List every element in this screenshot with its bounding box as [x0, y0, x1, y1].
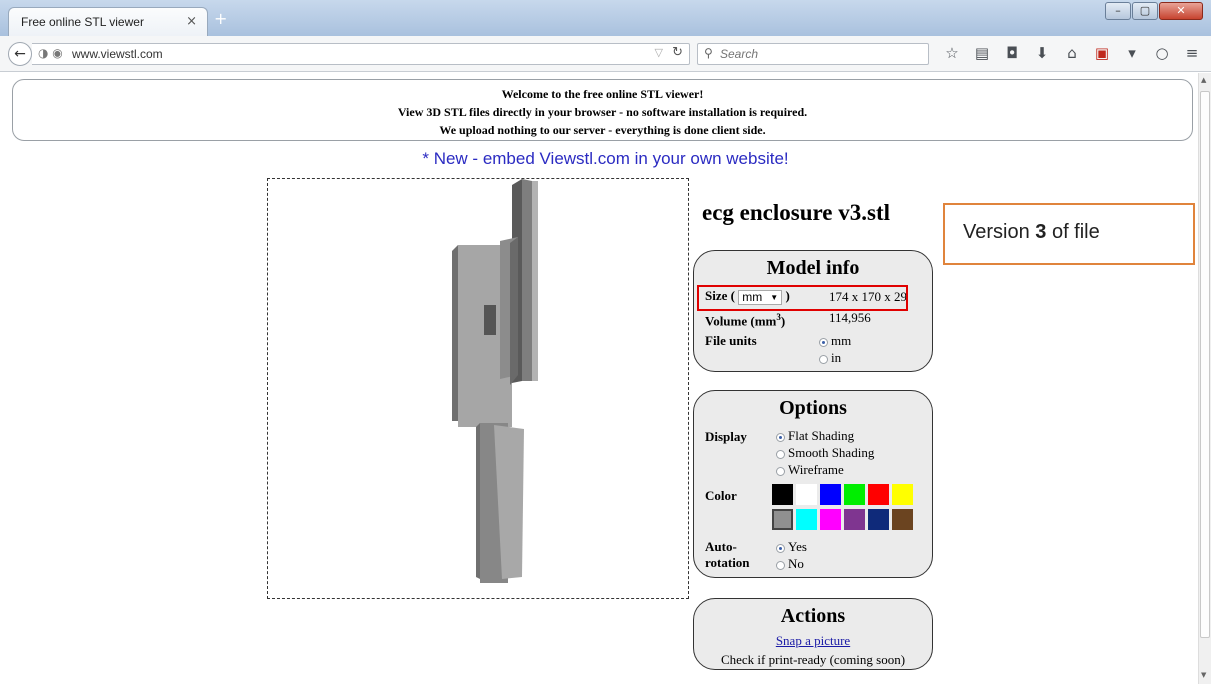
pocket-icon[interactable]: ◘ — [1000, 44, 1024, 62]
callout-text: Version 3 of file — [963, 221, 1100, 244]
color-swatch[interactable] — [868, 484, 889, 505]
browser-tab[interactable]: Free online STL viewer × — [8, 7, 208, 36]
embed-link[interactable]: * New - embed Viewstl.com in your own we… — [0, 149, 1211, 169]
color-swatch[interactable] — [844, 509, 865, 530]
volume-value: 114,956 — [829, 310, 871, 325]
radio-selected-icon[interactable] — [776, 432, 785, 442]
callout-version-number: 3 — [1035, 221, 1047, 243]
file-units-in-label: in — [831, 350, 842, 365]
color-swatch[interactable] — [796, 509, 817, 530]
search-input[interactable] — [720, 45, 920, 63]
welcome-line-2: View 3D STL files directly in your brows… — [397, 105, 808, 119]
minimize-button[interactable]: – — [1105, 2, 1131, 20]
size-highlight-box — [697, 285, 908, 311]
search-box[interactable]: ⚲ — [697, 43, 929, 65]
file-units-mm-option[interactable]: mm — [819, 333, 851, 349]
color-swatch[interactable] — [892, 509, 913, 530]
scroll-up-icon[interactable]: ▲ — [1201, 76, 1206, 84]
site-identity-icon[interactable]: ◑ ◉ — [38, 46, 63, 60]
actions-panel: Actions Snap a picture Check if print-re… — [693, 598, 933, 670]
radio-selected-icon[interactable] — [776, 543, 785, 553]
annotation-callout: Version 3 of file — [943, 203, 1195, 265]
smooth-shading-label: Smooth Shading — [788, 445, 875, 460]
close-window-button[interactable]: ✕ — [1159, 2, 1203, 20]
navigation-toolbar: ← ◑ ◉ www.viewstl.com ▽ ↻ ⚲ ☆ ▤ ◘ ⬇ ⌂ ▣ … — [0, 36, 1211, 72]
welcome-line-3: We upload nothing to our server - everyt… — [439, 123, 766, 137]
reload-icon[interactable]: ↻ — [672, 45, 683, 60]
page-scrollbar[interactable]: ▲ ▼ — [1198, 73, 1211, 684]
tab-close-icon[interactable]: × — [186, 14, 197, 29]
volume-label-end: ) — [780, 313, 786, 329]
stl-3d-viewport[interactable] — [267, 178, 689, 599]
autorotation-label-line-2: rotation — [705, 555, 750, 570]
callout-text-before: Version — [963, 221, 1036, 243]
options-panel: Options Display Flat Shading Smooth Shad… — [693, 390, 933, 578]
display-flat-shading-option[interactable]: Flat Shading — [776, 428, 854, 444]
snap-picture-link[interactable]: Snap a picture — [694, 633, 932, 649]
color-swatch[interactable] — [820, 484, 841, 505]
stl-model-render — [452, 179, 538, 583]
volume-label: Volume (mm3) — [705, 312, 785, 329]
autorotation-yes-label: Yes — [788, 539, 807, 554]
color-swatch[interactable] — [772, 484, 793, 505]
reading-list-icon[interactable]: ▤ — [970, 44, 994, 62]
home-icon[interactable]: ⌂ — [1060, 44, 1084, 62]
tab-title: Free online STL viewer — [21, 15, 144, 29]
autorotation-no-option[interactable]: No — [776, 556, 804, 572]
back-button[interactable]: ← — [8, 42, 32, 66]
bookmark-star-icon[interactable]: ☆ — [940, 44, 964, 62]
chat-icon[interactable]: ○ — [1150, 44, 1174, 62]
menu-icon[interactable]: ≡ — [1180, 44, 1204, 62]
options-title: Options — [779, 397, 847, 419]
autorotation-label-line-1: Auto- — [705, 539, 737, 554]
display-wireframe-option[interactable]: Wireframe — [776, 462, 844, 478]
autorotation-label: Auto- rotation — [705, 539, 750, 571]
browser-titlebar: Free online STL viewer × + – ▢ ✕ — [0, 0, 1211, 36]
radio-unselected-icon[interactable] — [819, 354, 828, 364]
color-swatch[interactable] — [820, 509, 841, 530]
file-units-label: File units — [705, 333, 757, 348]
address-bar[interactable]: ◑ ◉ www.viewstl.com ▽ ↻ — [32, 43, 690, 65]
addon-dropdown-icon[interactable]: ▾ — [1120, 44, 1144, 62]
url-text[interactable]: www.viewstl.com — [72, 47, 163, 61]
color-label: Color — [705, 488, 737, 503]
color-swatch[interactable] — [772, 509, 793, 530]
model-info-title: Model info — [766, 257, 860, 279]
file-units-in-option[interactable]: in — [819, 350, 841, 366]
radio-unselected-icon[interactable] — [776, 466, 785, 476]
radio-unselected-icon[interactable] — [776, 560, 785, 570]
volume-label-text: Volume (mm — [705, 313, 777, 329]
welcome-banner: Welcome to the free online STL viewer! V… — [12, 79, 1193, 141]
color-swatch[interactable] — [796, 484, 817, 505]
pdf-addon-icon[interactable]: ▣ — [1090, 44, 1114, 62]
callout-text-after: of file — [1046, 221, 1100, 243]
actions-title: Actions — [780, 605, 846, 627]
wireframe-label: Wireframe — [788, 462, 844, 477]
model-info-panel: Model info Size ( mm ▼ ) 174 x 170 x 29 … — [693, 250, 933, 372]
new-tab-icon[interactable]: + — [214, 9, 227, 28]
color-swatch[interactable] — [892, 484, 913, 505]
welcome-line-1: Welcome to the free online STL viewer! — [501, 87, 704, 101]
scroll-down-icon[interactable]: ▼ — [1201, 671, 1206, 679]
radio-unselected-icon[interactable] — [776, 449, 785, 459]
display-smooth-shading-option[interactable]: Smooth Shading — [776, 445, 874, 461]
radio-selected-icon[interactable] — [819, 337, 828, 347]
display-label: Display — [705, 429, 747, 444]
window-controls: – ▢ ✕ — [1104, 2, 1203, 22]
file-name-heading: ecg enclosure v3.stl — [702, 200, 891, 225]
print-ready-text: Check if print-ready (coming soon) — [720, 652, 906, 667]
color-swatch[interactable] — [868, 509, 889, 530]
back-arrow-icon: ← — [14, 46, 26, 62]
autorotation-yes-option[interactable]: Yes — [776, 539, 807, 555]
search-icon: ⚲ — [704, 46, 713, 60]
maximize-button[interactable]: ▢ — [1132, 2, 1158, 20]
flat-shading-label: Flat Shading — [788, 428, 855, 443]
toolbar-icons: ☆ ▤ ◘ ⬇ ⌂ ▣ ▾ ○ ≡ — [940, 44, 1210, 62]
autorotation-no-label: No — [788, 556, 804, 571]
download-icon[interactable]: ⬇ — [1030, 44, 1054, 62]
url-dropdown-icon[interactable]: ▽ — [655, 46, 663, 59]
file-units-mm-label: mm — [831, 333, 852, 348]
scrollbar-thumb[interactable] — [1200, 91, 1210, 638]
color-swatch[interactable] — [844, 484, 865, 505]
